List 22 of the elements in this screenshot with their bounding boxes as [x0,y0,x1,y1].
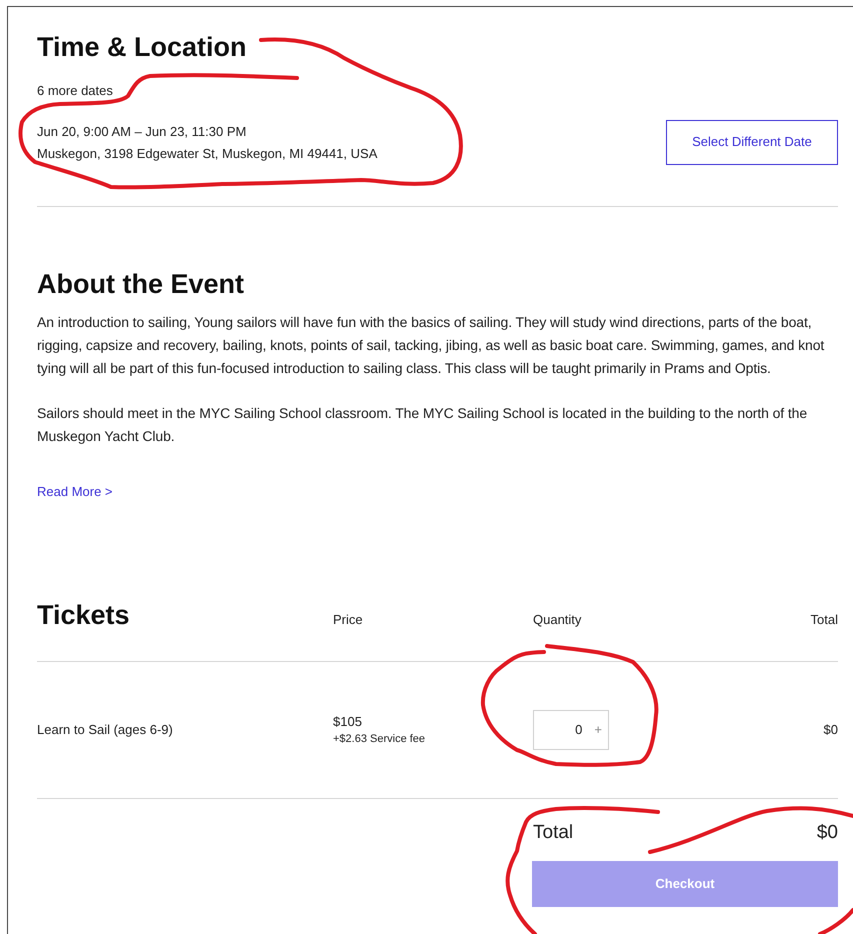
increment-button[interactable]: + [594,720,602,740]
select-date-button[interactable]: Select Different Date [666,120,838,164]
read-more-link[interactable]: Read More > [37,482,113,502]
section-heading: Time & Location [37,31,248,64]
service-fee: +$2.63 Service fee [333,732,426,746]
total-value: $0 [816,820,838,844]
date-range-text: Jun 20, 9:00 AM – Jun 23, 11:30 PM [37,123,248,141]
more-dates-text: 6 more dates [37,82,114,100]
column-header: Price [333,611,364,629]
column-header: Quantity [533,611,582,629]
description-paragraph: An introduction to sailing, Young sailors will have fun with the basics of sailing. They will study wind directions, parts of the boat, rigging, capsize and recovery, bailing, knots, points of sail, tacking, jibing, as well as basic boat care. Swimming, games, and knot tying will all be part of this fun-focused introduction to sailing class. This class will be taught primarily in Prams and Optis. [37,313,826,378]
column-header: Total [810,611,838,629]
description-paragraph: Sailors should meet in the MYC Sailing School classroom. The MYC Sailing School is located in the building to the north of the Muskegon Yacht Club. [37,404,808,446]
section-heading: About the Event [37,268,245,301]
ticket-total: $0 [824,720,838,739]
quantity-stepper[interactable]: 0 + [533,710,609,750]
ticket-price: $105 [333,712,363,730]
total-label: Total [533,820,574,844]
quantity-value: 0 [575,720,582,739]
address-text: Muskegon, 3198 Edgewater St, Muskegon, MI 49441, USA [37,145,378,163]
ticket-name: Learn to Sail (ages 6-9) [37,722,173,736]
section-heading: Tickets [37,598,131,632]
